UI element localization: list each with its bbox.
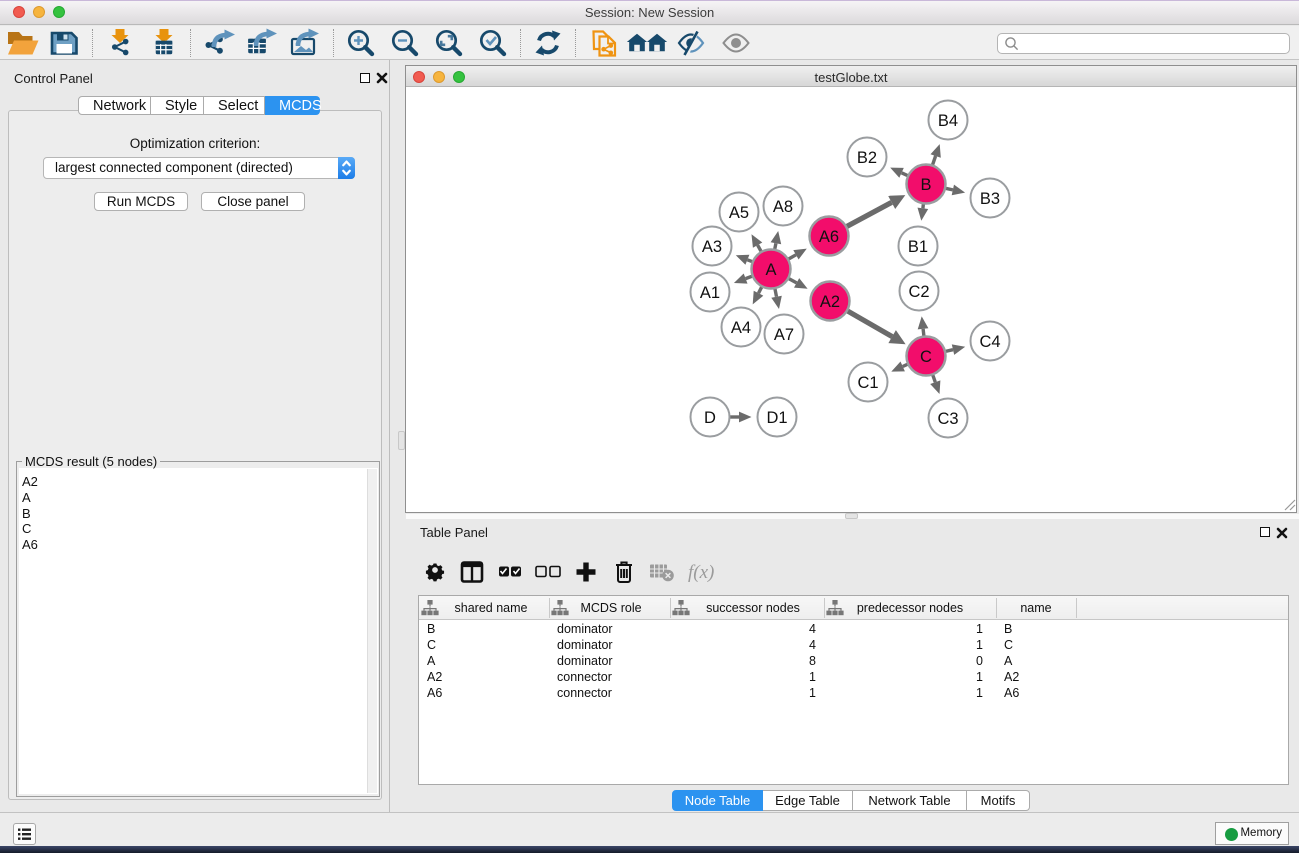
svg-text:C: C (920, 348, 932, 366)
svg-text:successor nodes: successor nodes (706, 601, 800, 615)
svg-text:A6: A6 (819, 228, 839, 246)
svg-text:A4: A4 (731, 319, 751, 337)
svg-text:MCDS role: MCDS role (580, 601, 641, 615)
svg-text:C3: C3 (937, 410, 958, 428)
svg-text:B: B (920, 176, 931, 194)
svg-text:B4: B4 (938, 112, 958, 130)
svg-text:D: D (704, 409, 716, 427)
svg-text:A8: A8 (773, 198, 793, 216)
svg-text:A5: A5 (729, 204, 749, 222)
svg-text:A1: A1 (700, 284, 720, 302)
svg-text:A7: A7 (774, 326, 794, 344)
svg-text:B1: B1 (908, 238, 928, 256)
svg-text:D1: D1 (766, 409, 787, 427)
svg-text:B3: B3 (980, 190, 1000, 208)
svg-text:C2: C2 (908, 283, 929, 301)
svg-text:shared name: shared name (455, 601, 528, 615)
svg-text:name: name (1020, 601, 1051, 615)
svg-text:f(x): f(x) (688, 562, 714, 583)
svg-text:C4: C4 (979, 333, 1000, 351)
svg-text:B2: B2 (857, 149, 877, 167)
svg-text:C1: C1 (857, 374, 878, 392)
svg-text:predecessor nodes: predecessor nodes (857, 601, 963, 615)
svg-text:A3: A3 (702, 238, 722, 256)
svg-text:A2: A2 (820, 293, 840, 311)
svg-text:A: A (765, 261, 776, 279)
